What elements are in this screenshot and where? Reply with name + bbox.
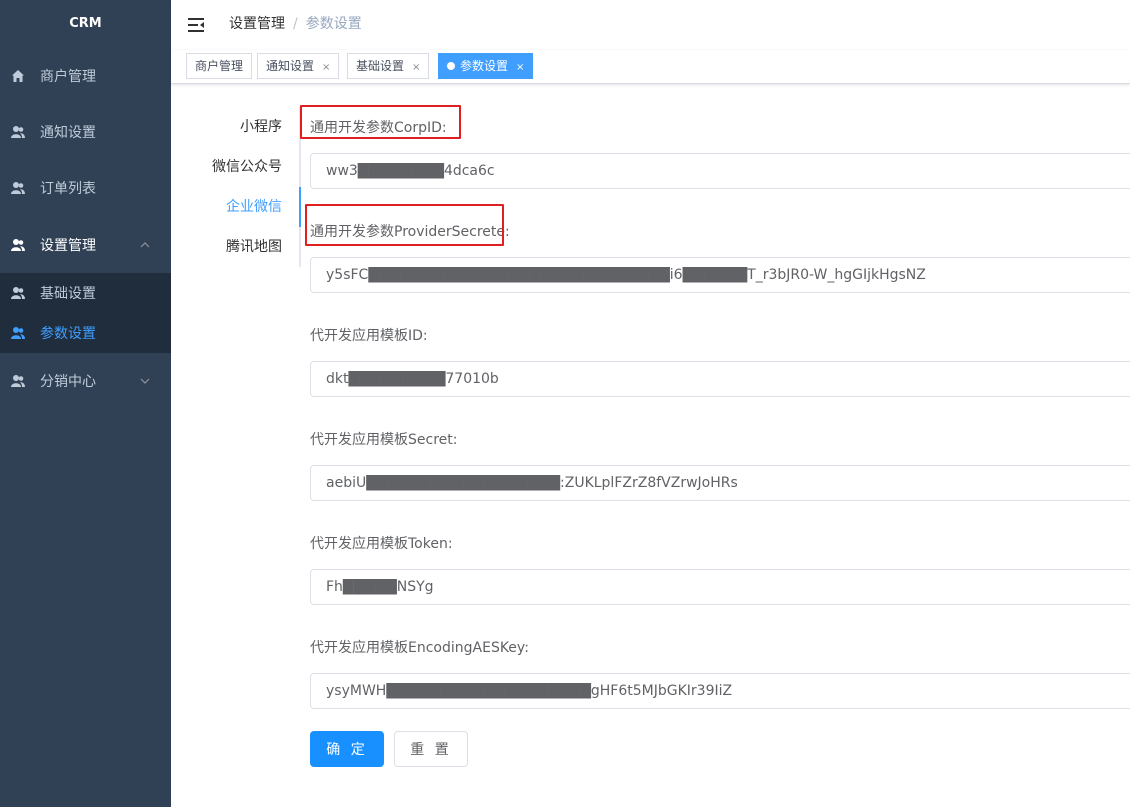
tab-wechat-official[interactable]: 微信公众号 xyxy=(212,147,282,187)
sidebar-item-settings[interactable]: 设置管理 xyxy=(0,217,171,273)
template-id-input[interactable] xyxy=(310,361,1130,397)
sidebar-item-label: 商户管理 xyxy=(40,69,96,85)
sidebar-item-basic-settings[interactable]: 基础设置 xyxy=(0,273,171,313)
breadcrumb-separator: / xyxy=(293,16,298,32)
sidebar: CRM 商户管理 通知设置 订单列表 设置管理 基础设置 参数设置 分销中心 xyxy=(0,0,171,807)
hamburger-menu-icon[interactable] xyxy=(187,16,205,34)
sidebar-item-merchant[interactable]: 商户管理 xyxy=(0,48,171,104)
template-token-input[interactable] xyxy=(310,569,1130,605)
close-icon[interactable]: × xyxy=(516,62,524,73)
close-icon[interactable]: × xyxy=(412,62,420,73)
user-group-icon xyxy=(11,374,25,388)
sidebar-item-param-settings[interactable]: 参数设置 xyxy=(0,313,171,353)
tab-wecom[interactable]: 企业微信 xyxy=(226,187,282,227)
sidebar-item-label: 参数设置 xyxy=(40,326,96,342)
breadcrumb: 设置管理 / 参数设置 xyxy=(229,0,362,50)
highlight-box xyxy=(305,204,504,246)
corpid-input[interactable] xyxy=(310,153,1130,189)
template-token-label: 代开发应用模板Token: xyxy=(310,536,453,552)
provider-secret-input[interactable] xyxy=(310,257,1130,293)
app-logo: CRM xyxy=(69,16,102,31)
tag-label: 参数设置 xyxy=(460,59,509,73)
breadcrumb-current: 参数设置 xyxy=(305,16,362,32)
tag-label: 商户管理 xyxy=(195,59,244,73)
tab-mini-program[interactable]: 小程序 xyxy=(240,107,282,147)
active-dot-icon xyxy=(447,62,455,70)
user-group-icon xyxy=(11,326,25,340)
highlight-box xyxy=(300,105,461,139)
tags-view: 商户管理 通知设置 × 基础设置 × 参数设置 × xyxy=(171,50,1130,84)
sidebar-item-label: 基础设置 xyxy=(40,286,96,302)
user-group-icon xyxy=(11,286,25,300)
reset-button[interactable]: 重 置 xyxy=(394,731,468,767)
user-group-icon xyxy=(11,181,25,195)
tag-notify[interactable]: 通知设置 × xyxy=(257,53,340,79)
navbar: 设置管理 / 参数设置 xyxy=(171,0,1130,50)
user-group-icon xyxy=(11,238,25,252)
user-group-icon xyxy=(11,125,25,139)
template-secret-input[interactable] xyxy=(310,465,1130,501)
sidebar-item-label: 通知设置 xyxy=(40,125,96,141)
sidebar-item-label: 设置管理 xyxy=(40,238,96,254)
tab-active-indicator xyxy=(299,187,301,227)
template-id-label: 代开发应用模板ID: xyxy=(310,328,428,344)
sidebar-item-orders[interactable]: 订单列表 xyxy=(0,160,171,216)
tab-tencent-map[interactable]: 腾讯地图 xyxy=(226,227,282,267)
chevron-up-icon xyxy=(139,239,151,251)
vertical-tabs: 小程序 微信公众号 企业微信 腾讯地图 xyxy=(171,107,301,267)
template-secret-label: 代开发应用模板Secret: xyxy=(310,432,458,448)
tag-label: 通知设置 xyxy=(266,59,315,73)
chevron-down-icon xyxy=(139,375,151,387)
tag-label: 基础设置 xyxy=(356,59,405,73)
home-icon xyxy=(11,69,25,83)
sidebar-item-notify[interactable]: 通知设置 xyxy=(0,104,171,160)
tag-merchant[interactable]: 商户管理 xyxy=(186,53,253,79)
settings-submenu: 基础设置 参数设置 xyxy=(0,273,171,353)
tag-basic-settings[interactable]: 基础设置 × xyxy=(347,53,430,79)
close-icon[interactable]: × xyxy=(322,62,330,73)
template-aeskey-input[interactable] xyxy=(310,673,1130,709)
sidebar-item-distribution[interactable]: 分销中心 xyxy=(0,353,171,409)
breadcrumb-item[interactable]: 设置管理 xyxy=(229,16,285,32)
sidebar-item-label: 订单列表 xyxy=(40,181,96,197)
sidebar-item-label: 分销中心 xyxy=(40,374,96,390)
submit-button[interactable]: 确 定 xyxy=(310,731,384,767)
tag-param-settings[interactable]: 参数设置 × xyxy=(438,53,534,79)
template-aeskey-label: 代开发应用模板EncodingAESKey: xyxy=(310,640,529,656)
